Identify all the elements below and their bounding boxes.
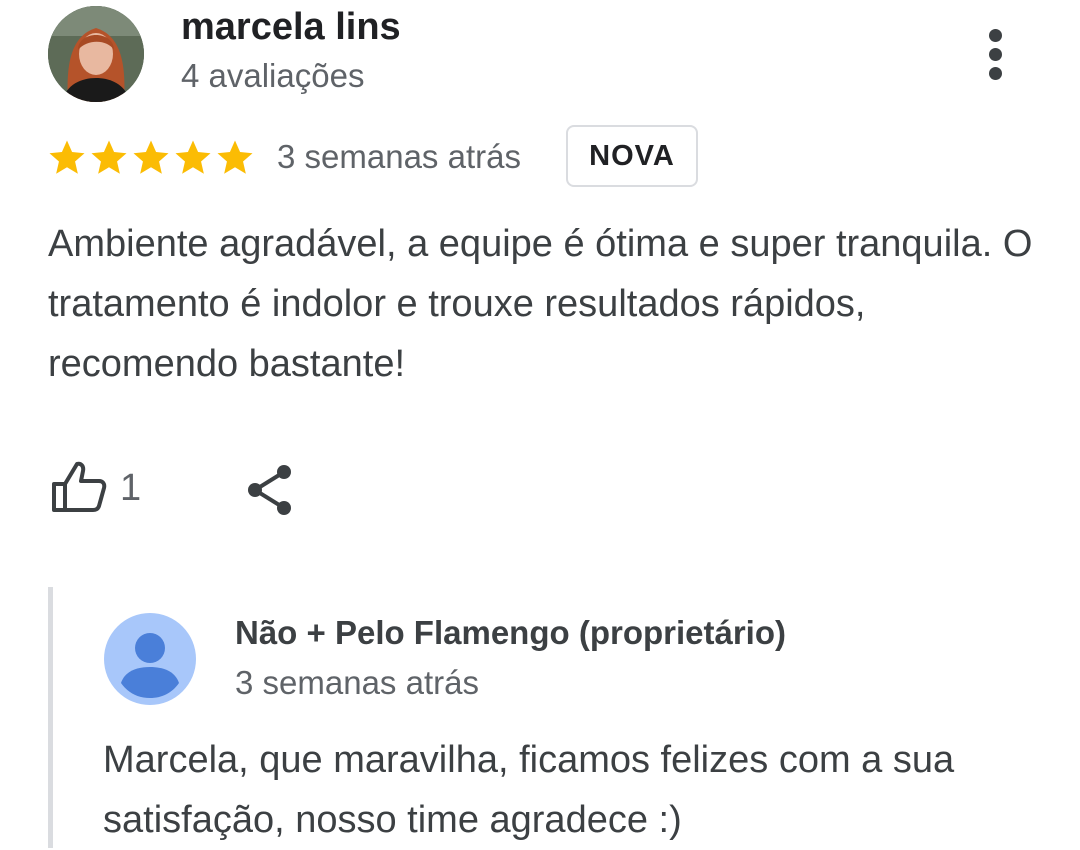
like-button[interactable] bbox=[50, 458, 108, 516]
new-badge: NOVA bbox=[566, 125, 698, 187]
reviewer-name[interactable]: marcela lins bbox=[181, 6, 401, 49]
more-vert-icon bbox=[989, 29, 1002, 42]
reply-divider bbox=[48, 587, 53, 848]
reply-text: Marcela, que maravilha, ficamos felizes … bbox=[103, 739, 955, 841]
more-vert-icon-dot bbox=[989, 48, 1002, 61]
owner-avatar bbox=[104, 613, 196, 705]
star-icon bbox=[133, 140, 169, 174]
person-icon bbox=[104, 613, 196, 705]
star-icon bbox=[217, 140, 253, 174]
star-icon bbox=[49, 140, 85, 174]
reviewer-review-count: 4 avaliações bbox=[181, 57, 365, 94]
more-vert-icon-dot bbox=[989, 67, 1002, 80]
more-options-button[interactable] bbox=[970, 24, 1022, 84]
owner-name: Não + Pelo Flamengo (proprietário) bbox=[235, 614, 786, 651]
reviewer-photo bbox=[48, 6, 144, 102]
share-icon bbox=[248, 465, 291, 515]
review-text: Ambiente agradável, a equipe é ótima e s… bbox=[48, 223, 1033, 385]
like-count: 1 bbox=[120, 467, 142, 509]
thumb-up-icon bbox=[52, 461, 107, 512]
star-icon bbox=[175, 140, 211, 174]
reply-time: 3 semanas atrás bbox=[235, 664, 479, 701]
share-button[interactable] bbox=[242, 462, 298, 518]
review-time: 3 semanas atrás bbox=[277, 138, 521, 175]
star-icon bbox=[91, 140, 127, 174]
reviewer-avatar[interactable] bbox=[48, 6, 144, 102]
